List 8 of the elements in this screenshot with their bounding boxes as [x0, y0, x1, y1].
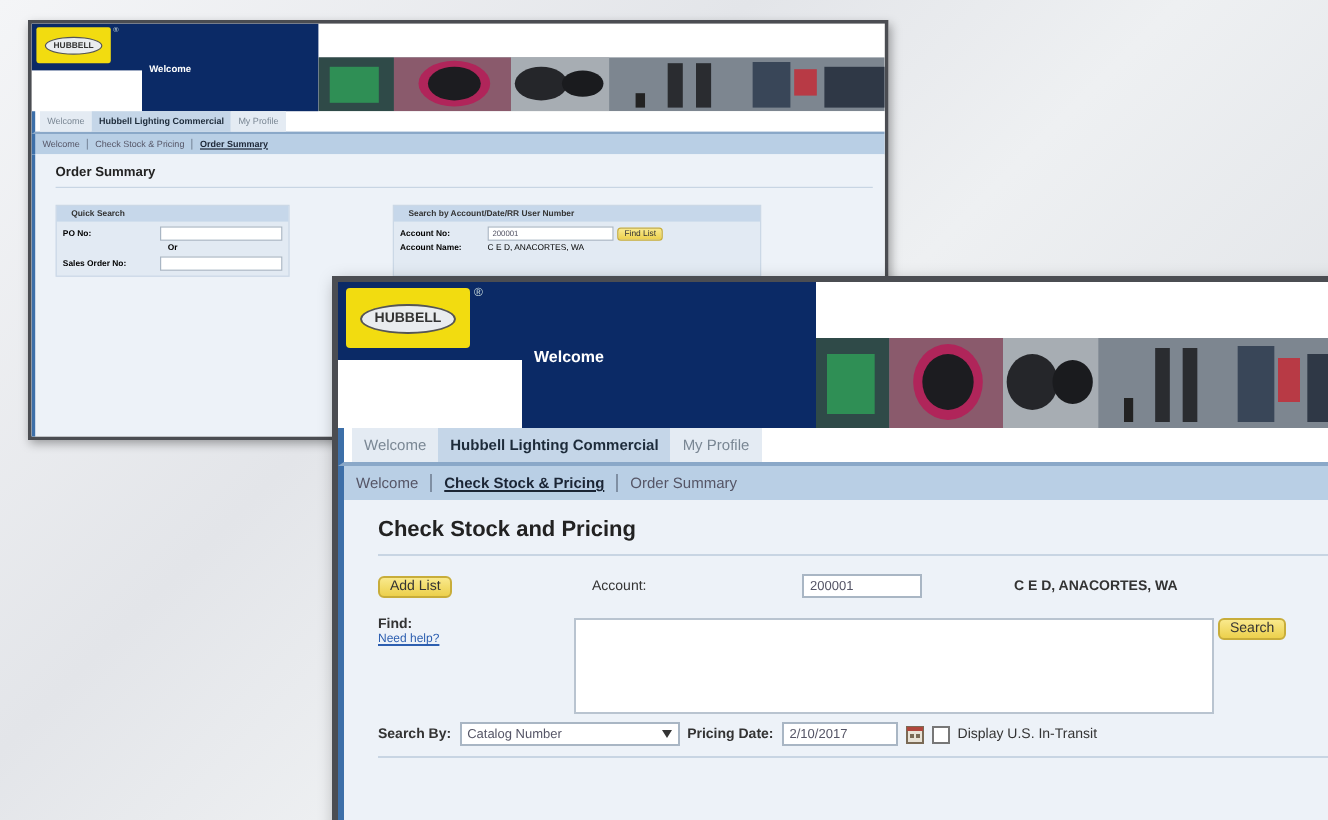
po-field[interactable] — [160, 226, 283, 241]
find-field[interactable] — [574, 618, 1214, 714]
caret-icon — [661, 730, 672, 738]
sales-order-field[interactable] — [160, 256, 283, 271]
in-transit-checkbox[interactable] — [931, 725, 950, 743]
page-title: Check Stock and Pricing — [378, 512, 1328, 556]
welcome-heading: Welcome — [534, 348, 604, 366]
calendar-icon[interactable] — [905, 724, 924, 744]
